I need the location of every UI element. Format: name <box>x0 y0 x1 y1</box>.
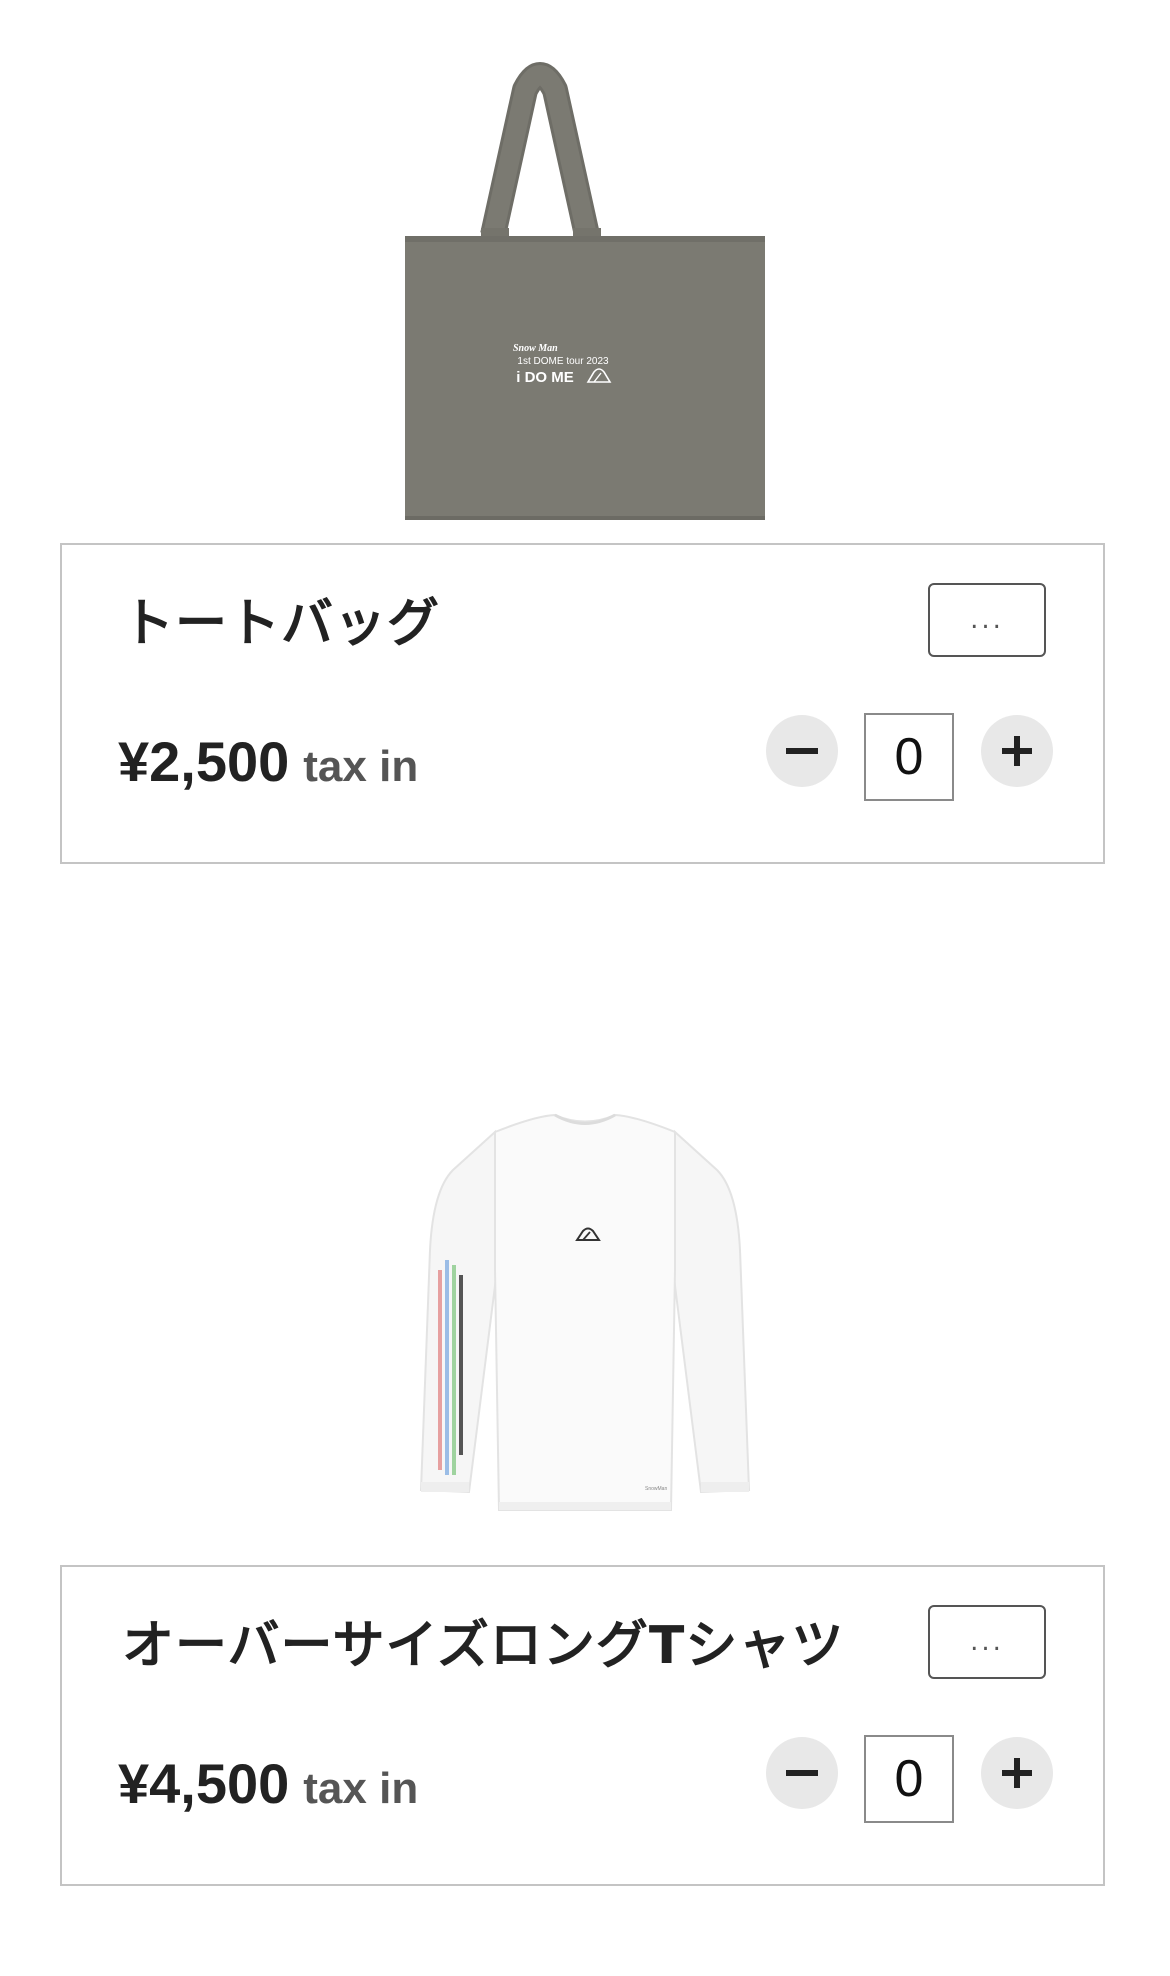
product-image-long-tshirt[interactable]: SnowMan <box>0 1110 1170 1520</box>
plus-icon <box>1002 1758 1032 1788</box>
long-tshirt-illustration: SnowMan <box>419 1113 751 1511</box>
tote-print-line2: i DO ME <box>516 369 574 386</box>
tote-print-line1: 1st DOME tour 2023 <box>517 356 609 367</box>
quantity-decrease-button[interactable] <box>766 715 838 787</box>
product-card-tote-bag: トートバッグ ... ¥2,500 tax in <box>60 543 1105 864</box>
tote-print-brand: Snow Man <box>513 343 558 354</box>
plus-icon <box>1002 736 1032 766</box>
minus-icon <box>786 748 818 754</box>
quantity-decrease-button[interactable] <box>766 1737 838 1809</box>
price-row: ¥2,500 tax in <box>118 729 418 794</box>
product-image-tote-bag[interactable]: Snow Man 1st DOME tour 2023 i DO ME <box>0 60 1170 520</box>
minus-icon <box>786 1770 818 1776</box>
price-value: ¥4,500 <box>118 1752 290 1815</box>
product-card-long-tshirt: オーバーサイズロングTシャツ ... ¥4,500 tax in <box>60 1565 1105 1886</box>
price-value: ¥2,500 <box>118 730 290 793</box>
more-options-button[interactable]: ... <box>928 1605 1046 1679</box>
tax-label: tax in <box>303 1764 419 1813</box>
svg-text:SnowMan: SnowMan <box>645 1486 667 1492</box>
product-name: オーバーサイズロングTシャツ <box>122 1616 845 1676</box>
quantity-increase-button[interactable] <box>981 715 1053 787</box>
more-options-button[interactable]: ... <box>928 583 1046 657</box>
product-name: トートバッグ <box>122 594 441 654</box>
quantity-increase-button[interactable] <box>981 1737 1053 1809</box>
tax-label: tax in <box>303 742 419 791</box>
quantity-input[interactable] <box>864 1735 954 1823</box>
quantity-input[interactable] <box>864 713 954 801</box>
price-row: ¥4,500 tax in <box>118 1751 418 1816</box>
tote-bag-illustration: Snow Man 1st DOME tour 2023 i DO ME <box>405 62 765 520</box>
